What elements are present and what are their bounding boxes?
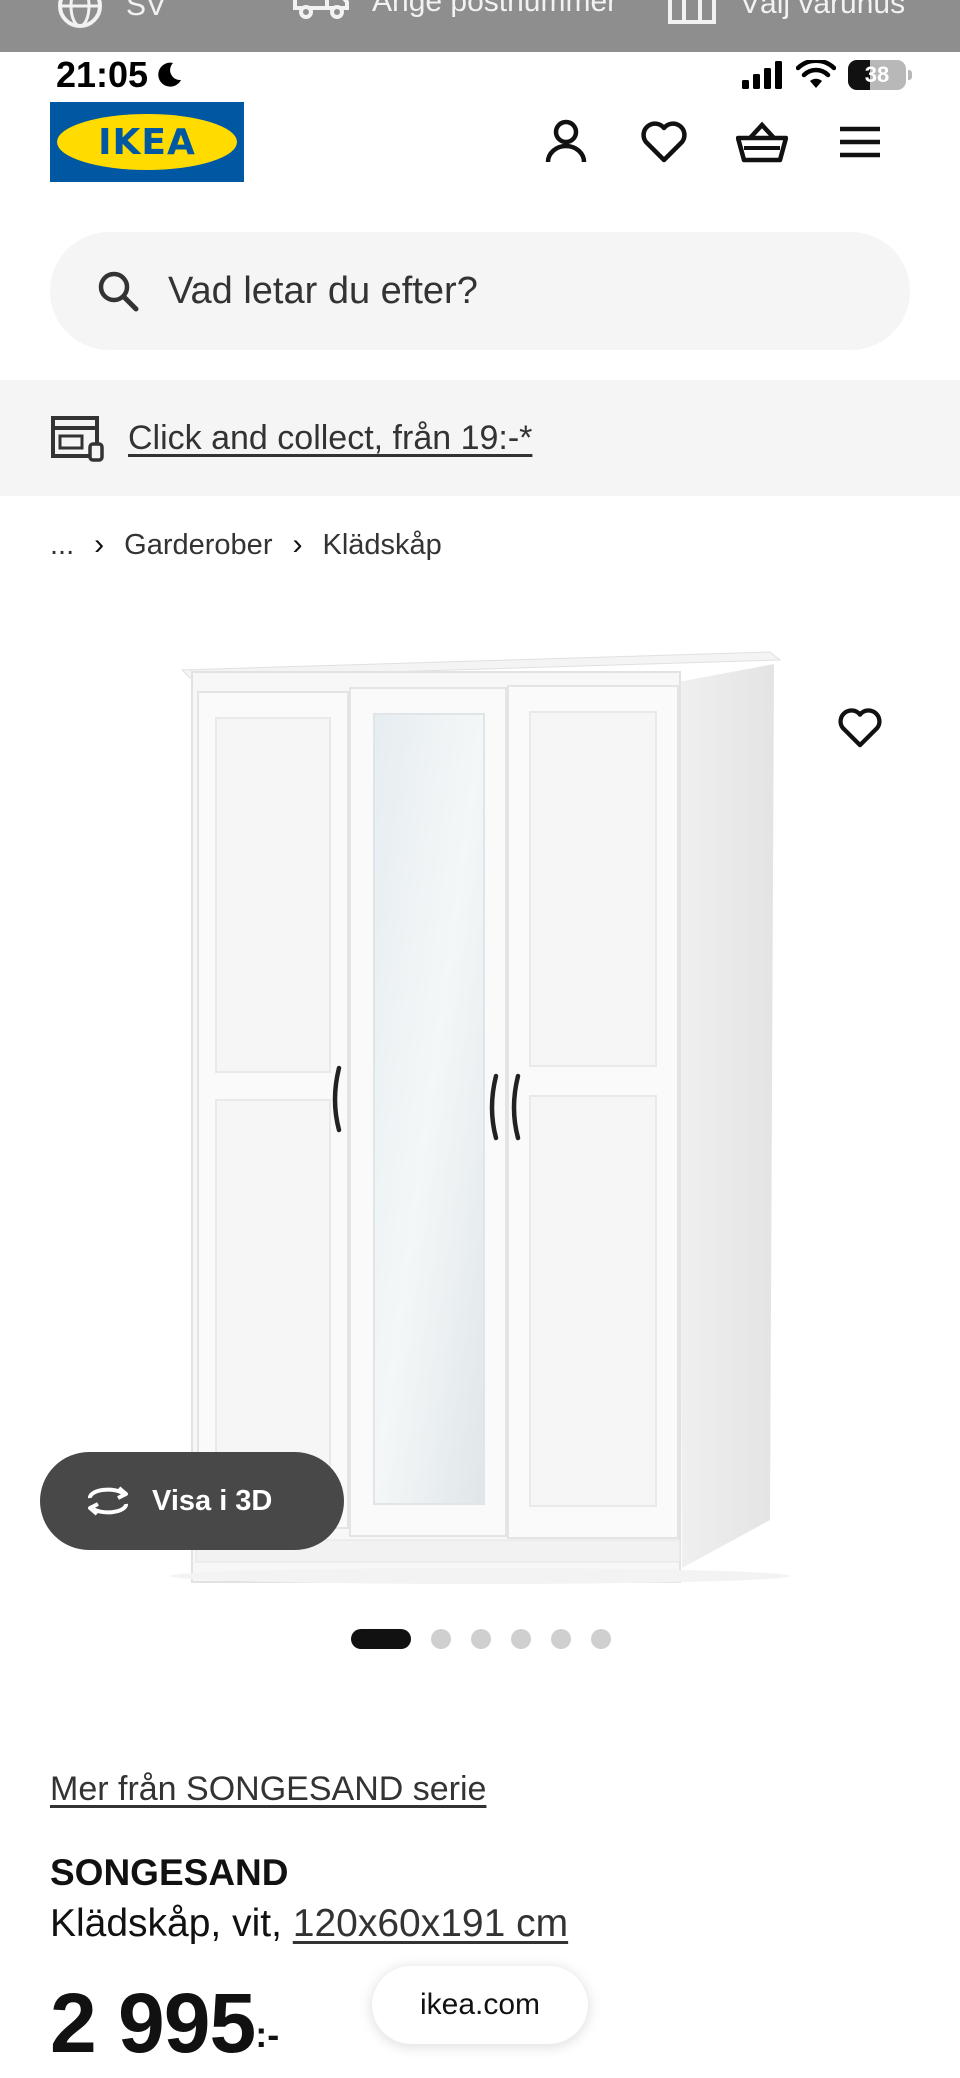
language-label: SV [126,0,167,22]
truck-icon [293,0,349,19]
price-amount: 2 995 [50,1976,256,2070]
status-time: 21:05 [56,54,184,96]
click-collect-banner: Click and collect, från 19:-* [0,380,960,496]
chevron-right-icon: › [292,528,303,561]
top-info-strip: SV Ange postnummer Välj varuhus [0,0,960,52]
click-collect-store-icon [51,416,104,462]
product-size-link[interactable]: 120x60x191 cm [293,1902,568,1945]
search-icon [98,271,139,312]
view-in-3d-label: Visa i 3D [152,1484,273,1517]
carousel-dot-1[interactable] [351,1629,411,1649]
moon-icon [158,62,182,87]
battery-indicator: 38 [848,60,912,90]
rotate-3d-icon [88,1486,128,1516]
image-carousel-indicator [351,1629,611,1649]
view-in-3d-button[interactable]: Visa i 3D [40,1452,344,1550]
store-label: Välj varuhus [740,0,906,20]
site-header: IKEA [0,98,960,188]
click-collect-link[interactable]: Click and collect, från 19:-* [128,419,532,458]
wifi-icon [796,60,836,88]
account-icon [545,119,587,163]
store-icon [668,0,716,24]
account-button[interactable] [540,116,592,168]
browser-url: ikea.com [419,1988,541,2021]
carousel-dot-3[interactable] [471,1629,491,1649]
language-selector[interactable]: SV [56,0,166,30]
menu-button[interactable] [834,116,886,168]
globe-icon [58,0,102,28]
signal-icon [742,61,782,89]
product-name: SONGESAND [50,1852,289,1893]
carousel-dot-5[interactable] [551,1629,571,1649]
product-type: Klädskåp, vit, [50,1902,282,1945]
carousel-dot-4[interactable] [511,1629,531,1649]
store-selector[interactable]: Välj varuhus [666,0,905,26]
add-to-wishlist-button[interactable] [832,700,888,756]
price-suffix: :- [255,2014,280,2055]
browser-url-pill[interactable]: ikea.com [372,1966,588,2044]
battery-icon: 38 [848,60,906,90]
ikea-logo[interactable]: IKEA [50,102,244,182]
search-input[interactable] [168,269,808,313]
breadcrumb-ellipsis[interactable]: ... [50,529,74,562]
breadcrumb-item-kladskap[interactable]: Klädskåp [322,529,441,562]
logo-text: IKEA [98,121,196,163]
breadcrumb-item-garderober[interactable]: Garderober [124,529,272,562]
status-indicators: 38 [742,60,912,90]
basket-icon [736,121,788,163]
heart-icon [838,708,882,748]
breadcrumb: ... › Garderober › Klädskåp [50,528,442,562]
product-description: Klädskåp, vit, 120x60x191 cm [50,1902,568,1946]
basket-button[interactable] [736,116,788,168]
chevron-right-icon: › [94,528,105,561]
wishlist-button[interactable] [638,116,690,168]
carousel-dot-6[interactable] [591,1629,611,1649]
heart-icon [641,121,687,163]
menu-icon [840,126,880,158]
postcode-label: Ange postnummer [372,0,618,18]
product-price: 2 995 :- [50,1978,279,2068]
time-label: 21:05 [56,54,149,95]
series-link[interactable]: Mer från SONGESAND serie [50,1770,486,1809]
postcode-selector[interactable]: Ange postnummer [292,0,617,22]
carousel-dot-2[interactable] [431,1629,451,1649]
search-bar[interactable] [50,232,910,350]
